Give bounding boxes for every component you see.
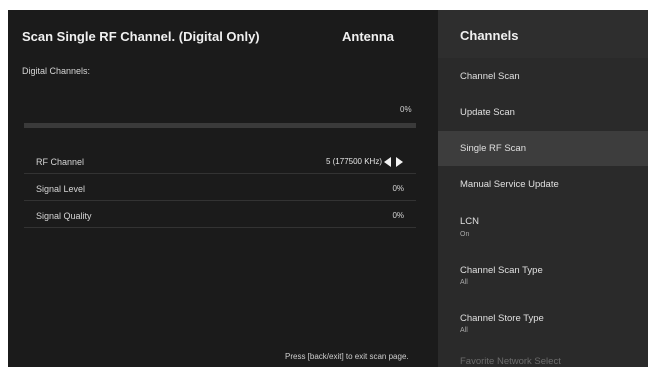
rf-channel-arrows[interactable]: [384, 156, 406, 168]
menu-item-value: All: [460, 327, 468, 334]
menu-item-single-rf-scan[interactable]: Single RF Scan: [438, 131, 648, 166]
menu-item-label: LCN: [460, 216, 480, 227]
scan-progress-bar: [24, 123, 416, 128]
channels-menu: Channels Channel Scan Update Scan Single…: [438, 10, 648, 367]
menu-item-label: Manual Service Update: [460, 179, 559, 190]
menu-item-lcn[interactable]: LCN On: [438, 202, 648, 250]
menu-item-value: On: [460, 231, 470, 238]
menu-item-channel-scan[interactable]: Channel Scan: [438, 58, 648, 94]
menu-item-label: Update Scan: [460, 107, 515, 118]
signal-quality-value: 0%: [392, 211, 404, 220]
rf-channel-value: 5 (177500 KHz): [325, 157, 382, 166]
menu-header: Channels: [438, 10, 648, 58]
digital-channels-label: Digital Channels:: [22, 66, 91, 76]
signal-level-label: Signal Level: [36, 184, 86, 194]
menu-item-manual-service-update[interactable]: Manual Service Update: [438, 166, 648, 202]
signal-level-value: 0%: [392, 184, 404, 193]
menu-item-label: Favorite Network Select: [460, 356, 561, 367]
menu-item-update-scan[interactable]: Update Scan: [438, 94, 648, 130]
rf-channel-row[interactable]: RF Channel 5 (177500 KHz): [24, 153, 416, 174]
scan-panel: Scan Single RF Channel. (Digital Only) A…: [8, 10, 438, 367]
signal-quality-label: Signal Quality: [36, 211, 92, 221]
signal-level-row: Signal Level 0%: [24, 180, 416, 201]
exit-hint: Press [back/exit] to exit scan page.: [285, 352, 409, 361]
menu-item-label: Channel Scan: [460, 71, 520, 82]
scan-progress-percent: 0%: [400, 105, 412, 114]
menu-item-channel-scan-type[interactable]: Channel Scan Type All: [438, 250, 648, 298]
arrow-right-icon[interactable]: [396, 157, 403, 167]
menu-item-favorite-network-select[interactable]: Favorite Network Select: [438, 346, 648, 367]
scan-source-label: Antenna: [342, 29, 394, 44]
menu-item-label: Single RF Scan: [460, 143, 527, 154]
menu-item-value: All: [460, 279, 468, 286]
arrow-left-icon[interactable]: [384, 157, 391, 167]
signal-quality-row: Signal Quality 0%: [24, 207, 416, 228]
rf-channel-label: RF Channel: [36, 157, 85, 167]
menu-item-label: Channel Store Type: [460, 313, 544, 324]
scan-title: Scan Single RF Channel. (Digital Only): [22, 29, 260, 44]
menu-item-label: Channel Scan Type: [460, 265, 543, 276]
menu-title: Channels: [460, 28, 519, 43]
menu-item-channel-store-type[interactable]: Channel Store Type All: [438, 298, 648, 346]
tv-screen: Scan Single RF Channel. (Digital Only) A…: [8, 10, 648, 367]
